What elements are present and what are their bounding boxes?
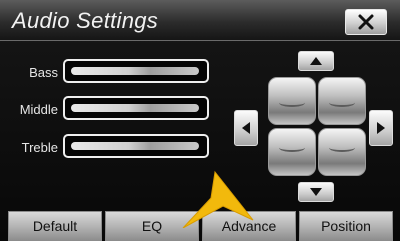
rear-right-seat[interactable]	[318, 128, 366, 176]
treble-slider-fill	[71, 142, 199, 150]
bass-label: Bass	[29, 65, 58, 80]
rear-left-seat[interactable]	[268, 128, 316, 176]
front-right-seat[interactable]	[318, 77, 366, 125]
arrow-right-icon	[377, 122, 385, 134]
middle-slider[interactable]	[63, 96, 209, 120]
treble-row: Treble	[0, 132, 215, 164]
audio-settings-screen: Audio Settings Bass Middle Treble Defaul…	[0, 0, 400, 241]
bass-row: Bass	[0, 57, 215, 89]
bass-slider-fill	[71, 67, 199, 75]
fader-down-button[interactable]	[298, 182, 334, 202]
treble-label: Treble	[21, 140, 58, 155]
middle-row: Middle	[0, 94, 215, 126]
close-button[interactable]	[345, 9, 387, 35]
bass-slider[interactable]	[63, 59, 209, 83]
arrow-down-icon	[310, 188, 322, 196]
arrow-up-icon	[310, 57, 322, 65]
middle-slider-fill	[71, 104, 199, 112]
arrow-left-icon	[242, 122, 250, 134]
tab-default[interactable]: Default	[8, 211, 102, 241]
close-icon	[358, 14, 374, 30]
tab-position[interactable]: Position	[299, 211, 393, 241]
front-left-seat[interactable]	[268, 77, 316, 125]
fader-up-button[interactable]	[298, 51, 334, 71]
treble-slider[interactable]	[63, 134, 209, 158]
page-title: Audio Settings	[12, 8, 159, 33]
balance-left-button[interactable]	[234, 110, 258, 146]
pointer-arrow-icon	[182, 170, 254, 228]
header-bar: Audio Settings	[0, 0, 400, 41]
balance-right-button[interactable]	[369, 110, 393, 146]
middle-label: Middle	[19, 102, 58, 117]
